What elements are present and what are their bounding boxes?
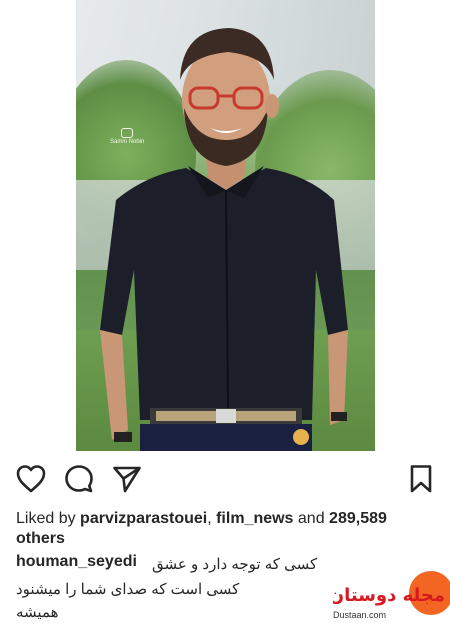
camera-icon	[121, 128, 134, 138]
caption-line: همیشه	[16, 604, 59, 621]
likes-others[interactable]: others	[16, 530, 65, 547]
liker-username[interactable]: film_news	[216, 510, 293, 527]
likes-and: and	[293, 510, 330, 527]
watermark-logo-text: مجله دوستان	[333, 585, 445, 606]
likes-count[interactable]: 289,589	[329, 510, 387, 527]
comment-button[interactable]	[62, 462, 96, 496]
liker-username[interactable]: parvizparastouei	[80, 510, 207, 527]
save-button[interactable]	[404, 462, 438, 496]
photo-watermark: Samin Nobin	[110, 128, 144, 145]
site-watermark-url: Dustaan.com	[333, 610, 387, 620]
likes-separator: ,	[207, 510, 217, 527]
likes-summary: Liked by parvizparastouei, film_news and…	[16, 509, 436, 549]
share-button[interactable]	[110, 462, 144, 496]
caption-line: کسی که توجه دارد و عشق	[152, 556, 318, 573]
heart-icon	[16, 465, 46, 493]
comment-icon	[65, 465, 93, 493]
caption-username[interactable]: houman_seyedi	[16, 553, 137, 571]
bookmark-icon	[410, 465, 432, 493]
post-action-bar	[0, 462, 450, 498]
photo-subject	[100, 28, 348, 451]
like-button[interactable]	[14, 462, 48, 496]
caption-line: کسی است که صدای شما را میشنود	[16, 581, 240, 598]
post-photo[interactable]: Samin Nobin	[76, 0, 375, 451]
send-icon	[113, 466, 141, 493]
likes-prefix: Liked by	[16, 510, 81, 527]
